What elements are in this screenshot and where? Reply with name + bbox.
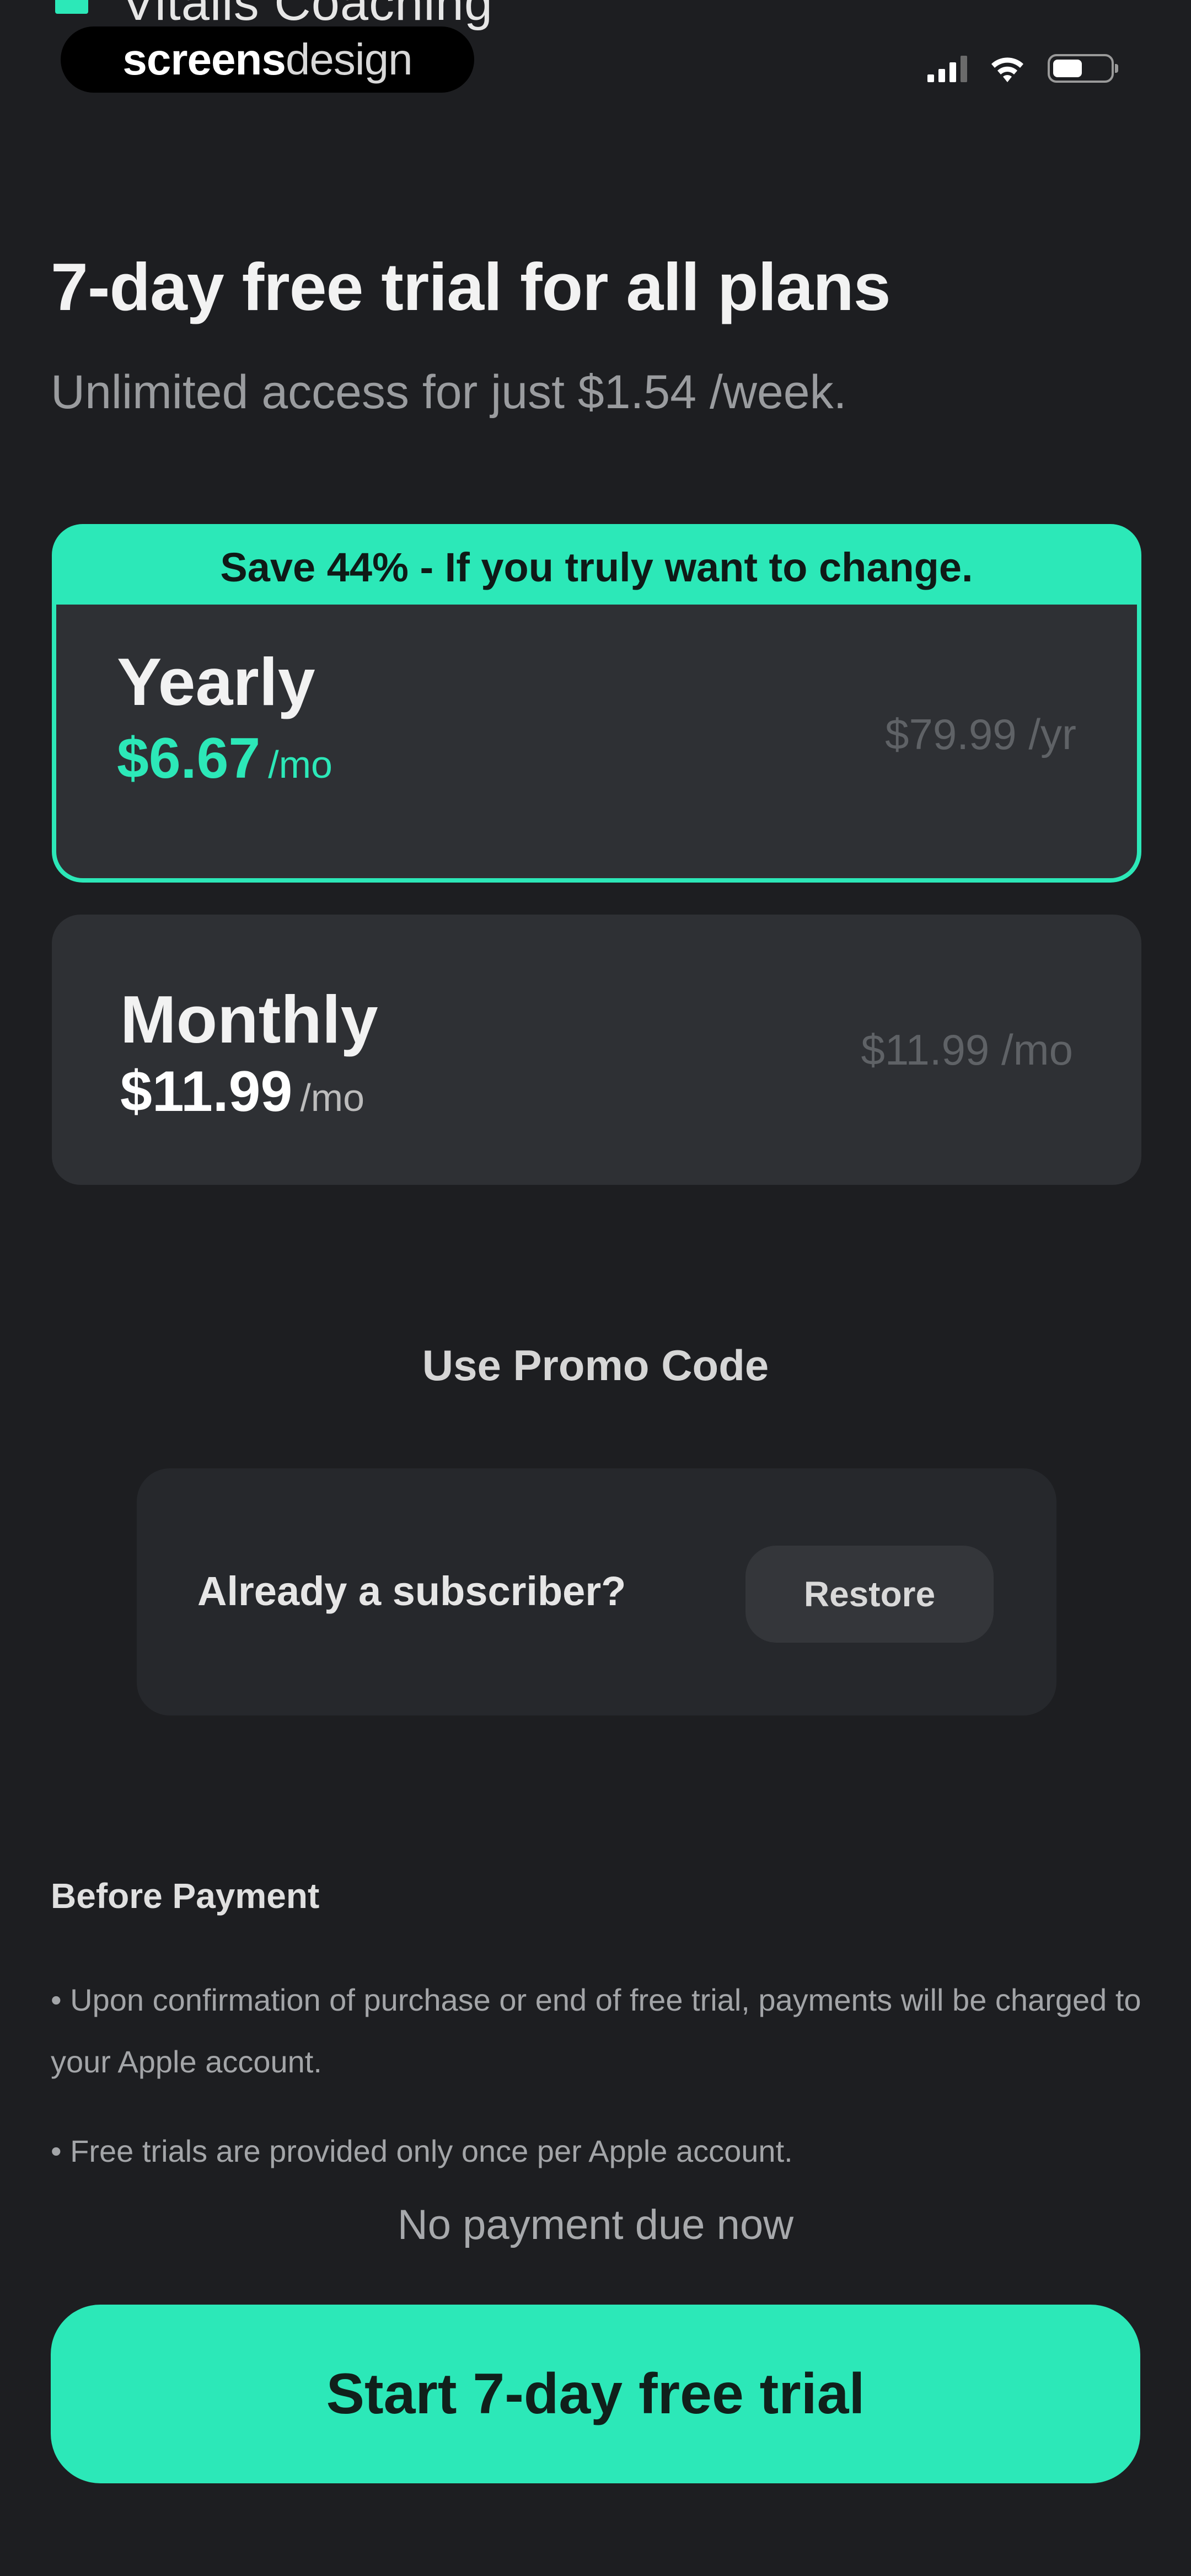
plan-card-yearly-body: Yearly $6.67 /mo $79.99 /yr <box>56 605 1137 878</box>
plan-price: $11.99 /mo <box>120 1059 364 1125</box>
plan-price-unit: /mo <box>268 743 332 786</box>
restore-panel: Already a subscriber? Restore <box>137 1468 1056 1715</box>
app-logo-icon <box>55 0 88 14</box>
no-payment-note: No payment due now <box>397 2201 794 2248</box>
plan-price: $6.67 /mo <box>117 726 332 792</box>
watermark-logo: screens design <box>61 26 474 93</box>
restore-button[interactable]: Restore <box>745 1546 994 1643</box>
plan-card-monthly[interactable]: Monthly $11.99 /mo $11.99 /mo <box>52 915 1141 1185</box>
savings-badge: Save 44% - If you truly want to change. <box>220 544 973 590</box>
plan-card-yearly[interactable]: Save 44% - If you truly want to change. … <box>52 524 1141 883</box>
plan-name: Yearly <box>117 644 315 719</box>
promo-code-link[interactable]: Use Promo Code <box>0 1340 1191 1391</box>
battery-icon <box>1048 54 1118 83</box>
page-subtitle: Unlimited access for just $1.54 /week. <box>51 366 847 419</box>
before-payment-item: • Free trials are provided only once per… <box>51 2134 793 2168</box>
plan-total-price: $11.99 /mo <box>861 1025 1073 1074</box>
paywall-screen: Vitalis Coaching screens design 7-day fre… <box>0 0 1191 2576</box>
start-trial-button[interactable]: Start 7-day free trial <box>51 2305 1140 2483</box>
page-title: 7-day free trial for all plans <box>51 249 891 324</box>
before-payment-title: Before Payment <box>51 1876 320 1916</box>
before-payment-item: • Upon confirmation of purchase or end o… <box>51 1982 1141 2079</box>
plan-name: Monthly <box>120 982 378 1057</box>
watermark-part2: design <box>285 35 413 84</box>
wifi-icon <box>991 57 1023 82</box>
status-bar <box>927 51 1118 86</box>
plan-price-amount: $6.67 <box>117 726 261 790</box>
plan-total-price: $79.99 /yr <box>885 710 1076 758</box>
restore-label: Already a subscriber? <box>197 1568 626 1614</box>
plan-price-amount: $11.99 <box>120 1060 293 1124</box>
cellular-signal-icon <box>927 55 967 82</box>
watermark-part1: screens <box>122 35 286 84</box>
plan-price-unit: /mo <box>300 1076 365 1119</box>
app-title-strip: Vitalis Coaching <box>55 0 596 31</box>
